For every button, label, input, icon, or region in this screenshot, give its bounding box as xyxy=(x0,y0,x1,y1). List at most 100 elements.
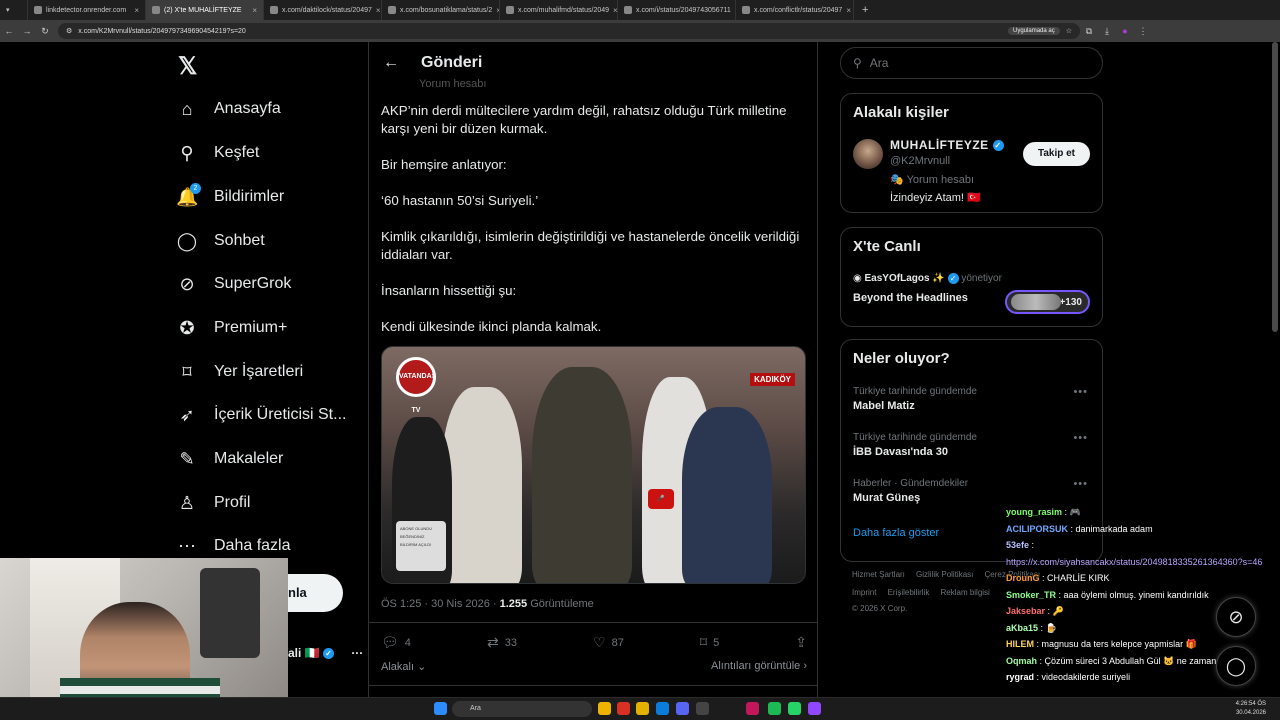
url-field[interactable]: ⚙ x.com/K2Mrvnull/status/204979734969045… xyxy=(58,23,1080,39)
avatar[interactable] xyxy=(853,139,883,169)
star-icon[interactable]: ☆ xyxy=(1066,27,1072,35)
nav-item[interactable]: ⊘ SuperGrok xyxy=(176,269,291,299)
share-button[interactable]: ⇪ xyxy=(795,634,807,651)
page-scrollbar[interactable] xyxy=(1272,42,1278,332)
like-button[interactable]: ♡ 87 xyxy=(593,634,624,651)
nav-item[interactable]: ⌂ Anasayfa xyxy=(176,94,281,124)
site-info-icon[interactable]: ⚙ xyxy=(66,27,72,35)
related-dropdown[interactable]: Alakalı ⌄ xyxy=(381,660,426,673)
post-button[interactable]: nla xyxy=(288,574,343,612)
discord-icon[interactable] xyxy=(676,702,689,715)
reply-button[interactable]: 💬︎ 4 xyxy=(381,634,411,651)
browser-tab[interactable]: x.com/i/status/2049743056711× xyxy=(618,0,736,20)
video-person xyxy=(682,407,772,583)
browser-tab[interactable]: x.com/muhalifmd/status/2049 × xyxy=(500,0,618,20)
folder-icon[interactable] xyxy=(636,702,649,715)
app-icon[interactable] xyxy=(696,702,709,715)
more-options-icon[interactable]: ••• xyxy=(1073,478,1088,490)
view-quotes-link[interactable]: Alıntıları görüntüle › xyxy=(711,660,807,673)
tweet-paragraph-4: Kimlik çıkarıldığı, isimlerin değiştiril… xyxy=(381,229,800,262)
nav-item[interactable]: ✎ Makaleler xyxy=(176,444,283,474)
trend-item[interactable]: Mabel Matiz xyxy=(853,400,915,412)
footer-link[interactable]: Imprint xyxy=(852,588,876,597)
whatsapp-icon[interactable] xyxy=(788,702,801,715)
follow-button[interactable]: Takip et xyxy=(1023,142,1090,166)
post-column: ← Gönderi Yorum hesabı AKP’nin derdi mül… xyxy=(368,42,818,720)
repost-count: 33 xyxy=(504,636,517,649)
live-space-title[interactable]: Beyond the Headlines xyxy=(853,292,968,304)
spotify-icon[interactable] xyxy=(768,702,781,715)
browser-tab[interactable]: (2) X'te MUHALİFTEYZE × xyxy=(146,0,264,20)
browser-menu-icon[interactable]: ⋮ xyxy=(1134,26,1152,37)
download-icon[interactable]: ⤓ xyxy=(1098,26,1116,37)
footer-link[interactable]: Erişilebilirlik xyxy=(888,588,930,597)
tab-close-icon[interactable]: × xyxy=(376,6,381,15)
nav-item[interactable]: ✪ Premium+ xyxy=(176,313,287,343)
forward-nav-icon[interactable]: → xyxy=(18,26,36,36)
view-label: Görüntüleme xyxy=(527,598,594,610)
nav-item[interactable]: ◯ Sohbet xyxy=(176,226,265,256)
nav-item[interactable]: ⋯ Daha fazla xyxy=(176,531,291,561)
live-host[interactable]: EasYOfLagos ✨ xyxy=(865,273,945,284)
nav-item[interactable]: 🔔 2 Bildirimler xyxy=(176,182,284,212)
trend-item[interactable]: İBB Davası'nda 30 xyxy=(853,446,948,458)
nav-item[interactable]: ♙ Profil xyxy=(176,488,251,518)
chrome-icon[interactable] xyxy=(617,702,630,715)
tab-close-icon[interactable]: × xyxy=(134,6,139,15)
edge-icon[interactable] xyxy=(656,702,669,715)
taskbar-clock[interactable]: 4:26:54 ÖS 30.04.2026 xyxy=(1236,700,1266,718)
bookmark-button[interactable]: ⌑ 5 xyxy=(700,634,719,651)
nav-item[interactable]: ➶ İçerik Üreticisi St... xyxy=(176,400,346,430)
footer-link[interactable]: Hizmet Şartları xyxy=(852,570,905,579)
new-tab-icon[interactable]: + xyxy=(854,4,876,16)
nav-item[interactable]: ⌑ Yer İşaretleri xyxy=(176,357,303,387)
browser-tab[interactable]: x.com/conflictlr/status/20497 × xyxy=(736,0,854,20)
more-options-icon[interactable]: ••• xyxy=(1073,432,1088,444)
profile-avatar-icon[interactable]: ● xyxy=(1116,26,1134,36)
tab-close-icon[interactable]: × xyxy=(252,6,257,15)
file-explorer-icon[interactable] xyxy=(598,702,611,715)
verified-badge-icon: ✓ xyxy=(947,273,959,284)
repost-button[interactable]: ⇄ 33 xyxy=(487,634,517,651)
browser-tab[interactable]: linkdetector.onrender.com × xyxy=(28,0,146,20)
host-avatar-icon: ◉ xyxy=(853,273,862,285)
show-more-link[interactable]: Daha fazla göster xyxy=(853,527,939,539)
chat-message: 53efe : xyxy=(1006,537,1280,554)
person-name-row[interactable]: MUHALİFTEYZE ✓ xyxy=(890,138,1004,152)
more-options-icon[interactable]: ••• xyxy=(1073,386,1088,398)
browser-tab[interactable]: x.com/bosunatiklama/status/2× xyxy=(382,0,500,20)
chat-text: : 🔑 xyxy=(1045,606,1064,616)
reload-icon[interactable]: ↻ xyxy=(36,26,54,37)
taskbar-search[interactable]: Ara xyxy=(452,701,592,717)
listeners-pill[interactable]: +130 xyxy=(1005,290,1090,314)
back-nav-icon[interactable]: ← xyxy=(0,26,18,36)
footer-link[interactable]: Gizlilik Politikası xyxy=(916,570,973,579)
tab-menu-icon[interactable]: ▾ xyxy=(0,0,28,20)
video-person xyxy=(442,387,522,583)
back-arrow-icon[interactable]: ← xyxy=(383,54,399,72)
grok-fab-icon[interactable]: ⊘ xyxy=(1216,597,1256,637)
footer-link[interactable]: Reklam bilgisi xyxy=(940,588,989,597)
nav-item-label: Bildirimler xyxy=(214,188,285,205)
post-actions: 💬︎ 4 ⇄ 33 ♡ 87 ⌑ 5 ⇪ xyxy=(381,634,807,651)
trend-item[interactable]: Murat Güneş xyxy=(853,492,920,504)
related-people-card: Alakalı kişiler MUHALİFTEYZE ✓ @K2Mrvnul… xyxy=(840,93,1103,213)
app-icon[interactable] xyxy=(746,702,759,715)
open-in-app-pill[interactable]: Uygulamada aç xyxy=(1008,27,1060,35)
nav-item[interactable]: ⚲ Keşfet xyxy=(176,138,259,168)
x-logo-icon[interactable]: 𝕏 xyxy=(178,52,197,81)
live-card: X'te Canlı ◉ EasYOfLagos ✨ ✓ yönetiyor B… xyxy=(840,227,1103,327)
account-switcher[interactable]: ali 🇮🇹 ✓ ··· xyxy=(288,646,363,660)
chat-message: young_rasim : 🎮 xyxy=(1006,504,1280,521)
post-time[interactable]: ÖS 1:25 · 30 Nis 2026 · xyxy=(381,598,500,610)
messages-fab-icon[interactable]: ◯ xyxy=(1216,646,1256,686)
windows-start-icon[interactable] xyxy=(434,702,447,715)
extensions-icon[interactable]: ⧉ xyxy=(1080,26,1098,37)
account-more-icon[interactable]: ··· xyxy=(351,646,363,660)
browser-tab[interactable]: x.com/daktilock/status/20497 × xyxy=(264,0,382,20)
tab-close-icon[interactable]: × xyxy=(846,6,851,15)
search-input[interactable]: ⚲ Ara xyxy=(840,47,1103,79)
trends-title: Neler oluyor? xyxy=(853,350,950,367)
twitch-icon[interactable] xyxy=(808,702,821,715)
tweet-video[interactable]: VATANDAŞ TV KADIKÖY 🎤 ABONE OLUNDU BEĞEN… xyxy=(381,346,806,584)
